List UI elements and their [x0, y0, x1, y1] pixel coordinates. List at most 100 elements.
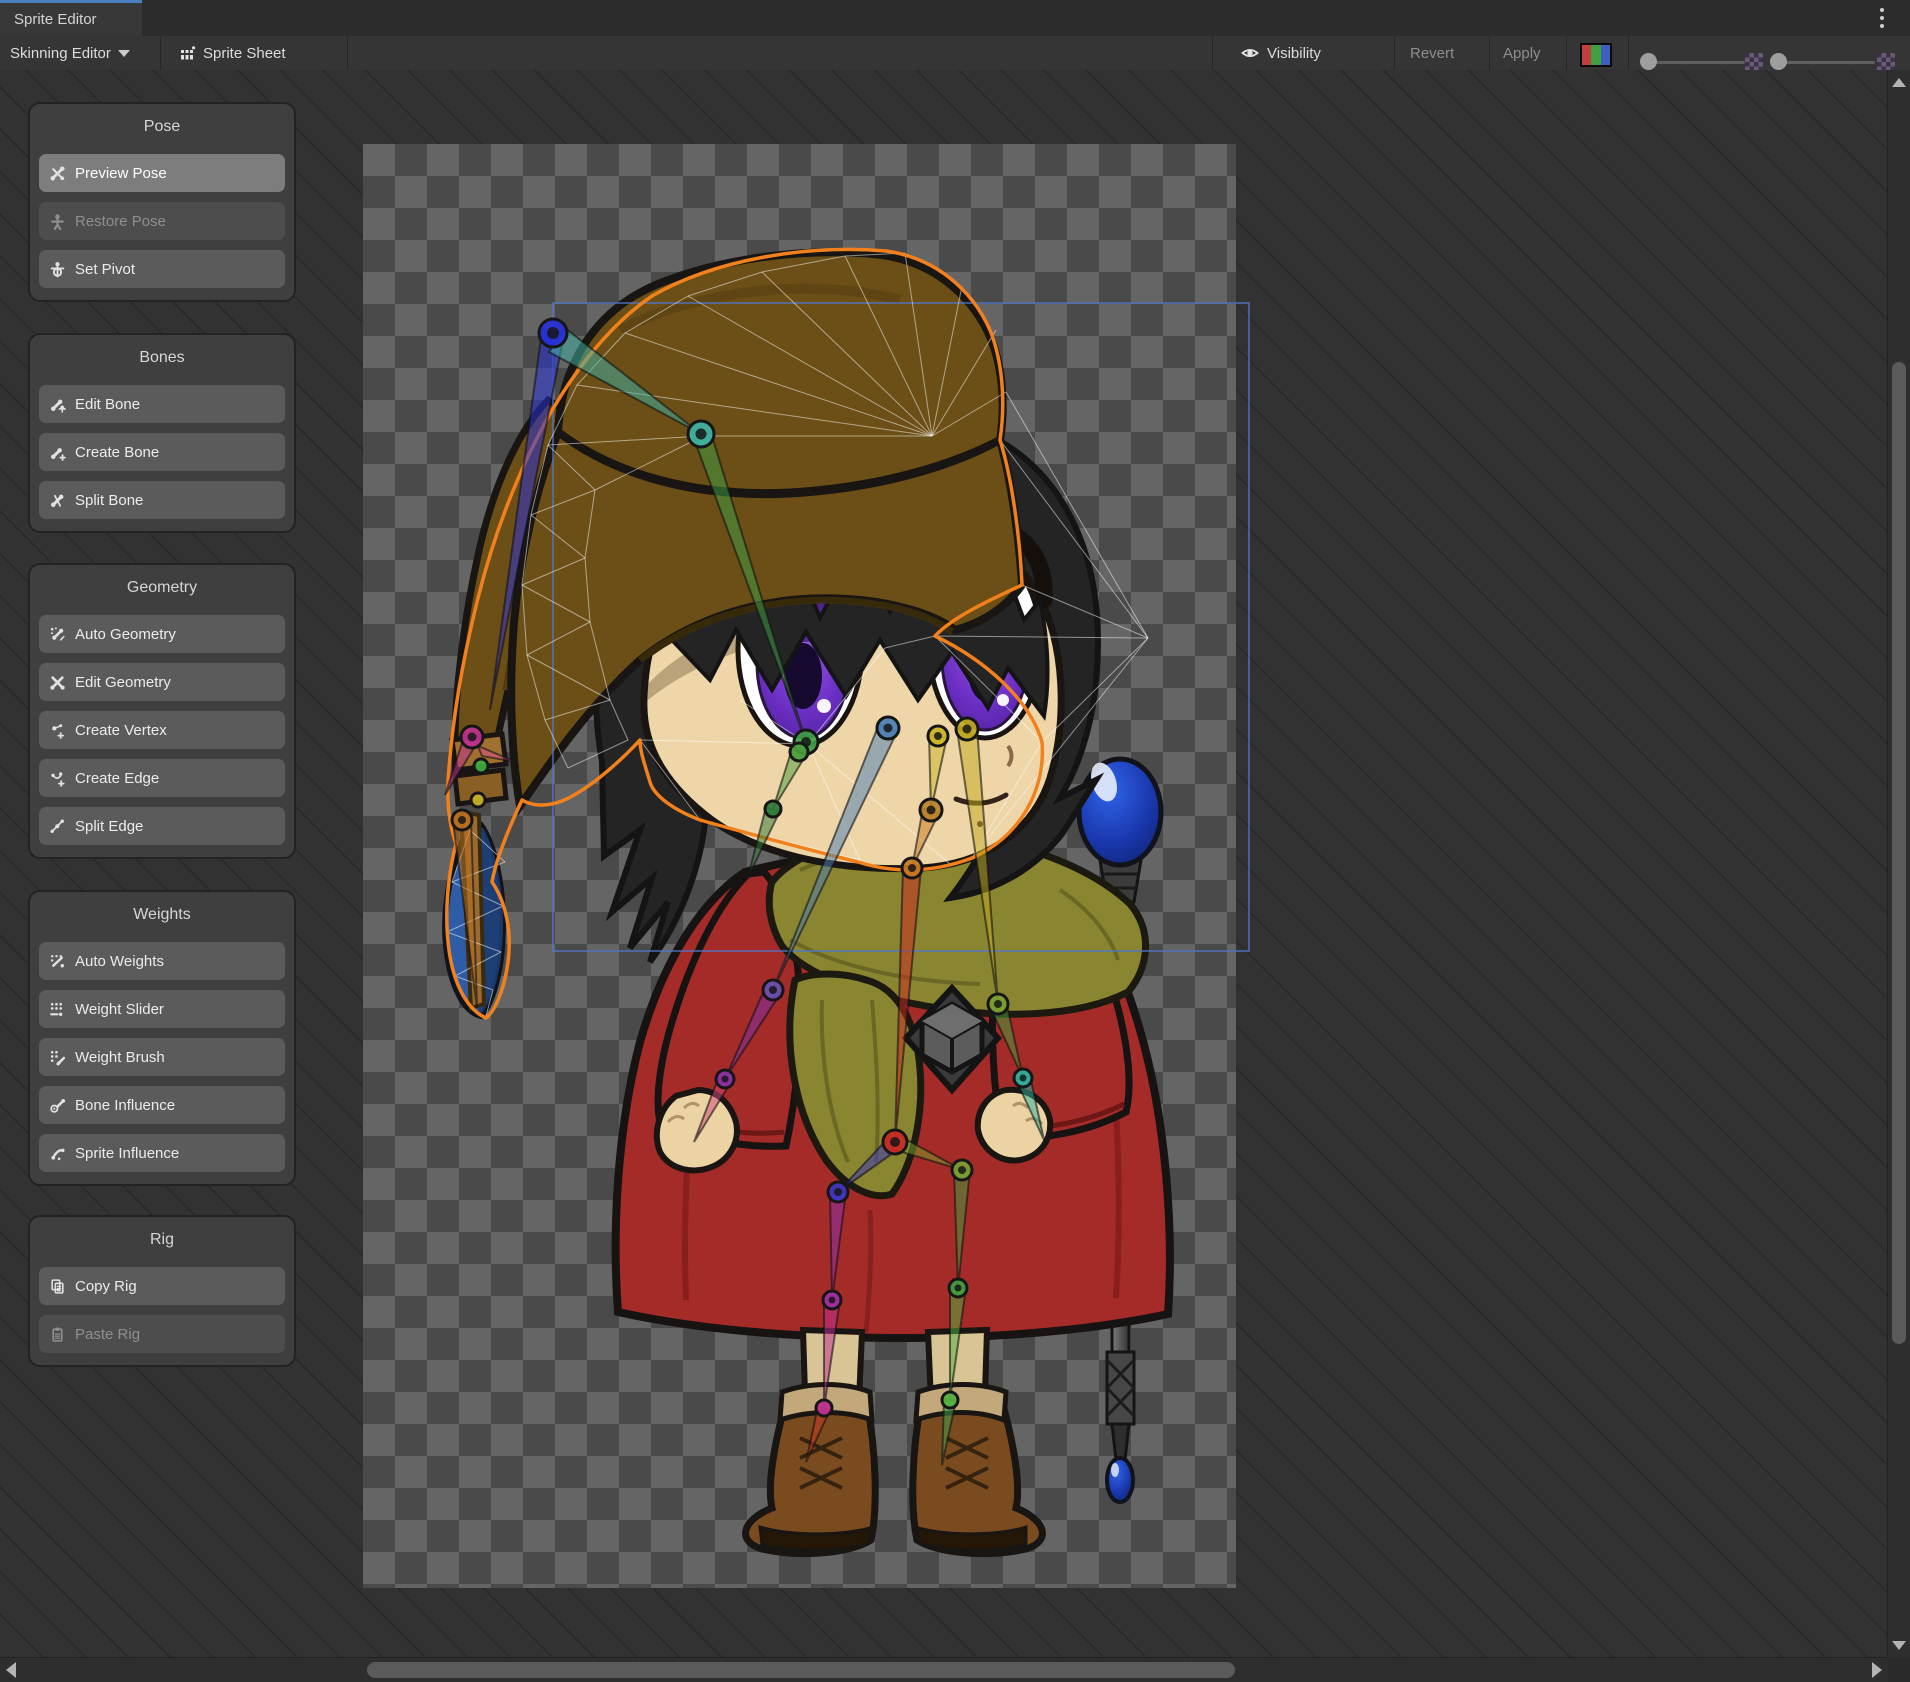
- bone-influence-button[interactable]: Bone Influence: [39, 1086, 285, 1124]
- eye-icon: [1240, 45, 1260, 61]
- toolbar: Skinning Editor Sprite Sheet Visibility …: [0, 36, 1910, 71]
- split-bone-button[interactable]: Split Bone: [39, 481, 285, 519]
- restore-pose-button[interactable]: Restore Pose: [39, 202, 285, 240]
- create-edge-button[interactable]: Create Edge: [39, 759, 285, 797]
- button-label: Bone Influence: [75, 1097, 175, 1114]
- sprite-sheet-button[interactable]: Sprite Sheet: [180, 36, 286, 70]
- title-bar: Sprite Editor: [0, 0, 1910, 37]
- auto-geometry-icon: [49, 626, 66, 643]
- button-label: Preview Pose: [75, 165, 167, 182]
- button-label: Edit Geometry: [75, 674, 171, 691]
- toolbar-separator: [1628, 36, 1629, 70]
- vertical-scrollbar[interactable]: [1887, 70, 1910, 1658]
- unity-sprite-editor-window: { "window": { "tab_title": "Sprite Edito…: [0, 0, 1910, 1682]
- mesh-opacity-slider-knob[interactable]: [1770, 53, 1787, 70]
- weight-brush-button[interactable]: Weight Brush: [39, 1038, 285, 1076]
- tab-title: Sprite Editor: [14, 11, 97, 28]
- scroll-down-arrow-icon[interactable]: [1892, 1641, 1906, 1650]
- visibility-label: Visibility: [1267, 45, 1321, 62]
- button-label: Paste Rig: [75, 1326, 140, 1343]
- panel-title: Bones: [39, 349, 285, 369]
- button-label: Weight Slider: [75, 1001, 164, 1018]
- red-channel-stripe: [1582, 45, 1591, 65]
- split-edge-button[interactable]: Split Edge: [39, 807, 285, 845]
- edit-geometry-button[interactable]: Edit Geometry: [39, 663, 285, 701]
- scroll-up-arrow-icon[interactable]: [1892, 78, 1906, 87]
- bone-opacity-slider-icon: [1745, 53, 1763, 71]
- left-hand: [657, 1090, 737, 1170]
- auto-weights-button[interactable]: Auto Weights: [39, 942, 285, 980]
- button-label: Set Pivot: [75, 261, 135, 278]
- button-label: Edit Bone: [75, 396, 140, 413]
- bone-opacity-slider-knob[interactable]: [1640, 53, 1657, 70]
- skinning-editor-dropdown[interactable]: Skinning Editor: [10, 36, 130, 70]
- create-vertex-icon: [49, 722, 66, 739]
- edit-bone-button[interactable]: Edit Bone: [39, 385, 285, 423]
- button-label: Copy Rig: [75, 1278, 137, 1295]
- copy-rig-button[interactable]: Copy Rig: [39, 1267, 285, 1305]
- toolbar-separator: [1394, 36, 1395, 70]
- bone-opacity-slider-track[interactable]: [1650, 61, 1745, 64]
- panel-title: Weights: [39, 906, 285, 926]
- copy-rig-icon: [49, 1278, 66, 1295]
- sprite-sheet-label: Sprite Sheet: [203, 45, 286, 62]
- split-bone-icon: [49, 492, 66, 509]
- sprite-canvas-art: [0, 70, 1888, 1658]
- panel-title: Geometry: [39, 579, 285, 599]
- panel-weights: Weights Auto Weights Weight Slider Weigh…: [28, 890, 296, 1186]
- mesh-opacity-slider-track[interactable]: [1780, 61, 1875, 64]
- toolbar-separator: [1489, 36, 1490, 70]
- panel-title: Rig: [39, 1231, 285, 1251]
- preview-pose-button[interactable]: Preview Pose: [39, 154, 285, 192]
- split-edge-icon: [49, 818, 66, 835]
- weight-slider-button[interactable]: Weight Slider: [39, 990, 285, 1028]
- kebab-menu-icon[interactable]: [1880, 8, 1884, 12]
- bone-influence-icon: [49, 1097, 66, 1114]
- panel-pose: Pose Preview Pose Restore Pose Set Pivot: [28, 102, 296, 302]
- scroll-left-arrow-icon[interactable]: [6, 1662, 16, 1678]
- color-channels-swatch-button[interactable]: [1580, 43, 1612, 67]
- scroll-right-arrow-icon[interactable]: [1872, 1662, 1882, 1678]
- toolbar-separator: [347, 36, 348, 70]
- apply-button[interactable]: Apply: [1503, 36, 1541, 70]
- revert-button[interactable]: Revert: [1410, 36, 1454, 70]
- toolbar-separator: [1212, 36, 1213, 70]
- paste-rig-icon: [49, 1326, 66, 1343]
- preview-pose-icon: [49, 165, 66, 182]
- edit-geometry-icon: [49, 674, 66, 691]
- sprite-sheet-icon: [180, 45, 196, 61]
- edit-bone-icon: [49, 396, 66, 413]
- tab-sprite-editor[interactable]: Sprite Editor: [0, 0, 142, 36]
- apply-label: Apply: [1503, 45, 1541, 62]
- create-edge-icon: [49, 770, 66, 787]
- visibility-button[interactable]: Visibility: [1240, 36, 1321, 70]
- auto-geometry-button[interactable]: Auto Geometry: [39, 615, 285, 653]
- canvas-viewport[interactable]: Pose Preview Pose Restore Pose Set Pivot…: [0, 70, 1888, 1658]
- set-pivot-icon: [49, 261, 66, 278]
- horizontal-scrollbar[interactable]: [0, 1657, 1888, 1682]
- button-label: Sprite Influence: [75, 1145, 179, 1162]
- boots: [746, 1385, 1043, 1554]
- button-label: Split Bone: [75, 492, 143, 509]
- blue-channel-stripe: [1601, 45, 1610, 65]
- restore-pose-icon: [49, 213, 66, 230]
- scrollbar-corner: [1888, 1658, 1910, 1682]
- auto-weights-icon: [49, 953, 66, 970]
- panel-rig: Rig Copy Rig Paste Rig: [28, 1215, 296, 1367]
- sprite-influence-button[interactable]: Sprite Influence: [39, 1134, 285, 1172]
- button-label: Create Vertex: [75, 722, 167, 739]
- revert-label: Revert: [1410, 45, 1454, 62]
- create-vertex-button[interactable]: Create Vertex: [39, 711, 285, 749]
- skinning-editor-label: Skinning Editor: [10, 45, 111, 62]
- create-bone-button[interactable]: Create Bone: [39, 433, 285, 471]
- weight-brush-icon: [49, 1049, 66, 1066]
- set-pivot-button[interactable]: Set Pivot: [39, 250, 285, 288]
- button-label: Split Edge: [75, 818, 143, 835]
- toolbar-separator: [1566, 36, 1567, 70]
- vertical-scrollbar-thumb[interactable]: [1892, 362, 1906, 1344]
- button-label: Create Edge: [75, 770, 159, 787]
- horizontal-scrollbar-thumb[interactable]: [367, 1662, 1235, 1678]
- weight-slider-icon: [49, 1001, 66, 1018]
- paste-rig-button[interactable]: Paste Rig: [39, 1315, 285, 1353]
- button-label: Create Bone: [75, 444, 159, 461]
